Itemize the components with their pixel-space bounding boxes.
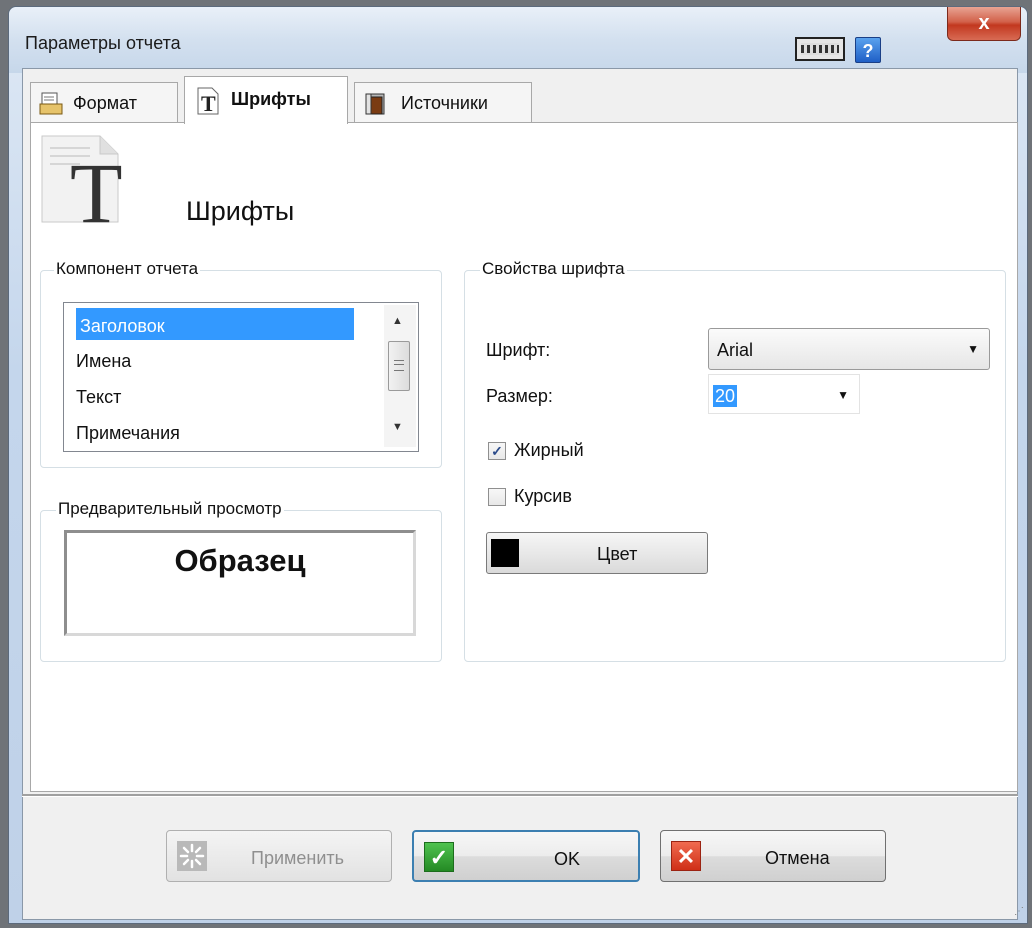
italic-label: Курсив: [514, 486, 572, 506]
font-combobox[interactable]: Arial ▼: [708, 328, 990, 370]
font-label: Шрифт:: [486, 340, 551, 360]
cancel-button[interactable]: ✕ Отмена: [660, 830, 886, 882]
preview-legend: Предварительный просмотр: [56, 499, 284, 519]
svg-text:T: T: [201, 91, 216, 115]
tab-format-label: Формат: [73, 93, 137, 113]
tab-sources-label: Источники: [401, 93, 488, 113]
tab-format[interactable]: Формат: [30, 82, 178, 122]
color-swatch: [491, 539, 519, 567]
listbox-scrollbar[interactable]: ▲ ▼: [384, 305, 416, 447]
page-title: Шрифты: [186, 196, 295, 226]
size-value[interactable]: 20: [713, 385, 738, 407]
ok-button[interactable]: ✓ OK: [412, 830, 640, 882]
tab-sources[interactable]: Источники: [354, 82, 532, 122]
apply-button[interactable]: Применить: [166, 830, 392, 882]
list-item-primechaniya[interactable]: Примечания: [76, 423, 180, 444]
size-label: Размер:: [486, 386, 553, 406]
color-button-label: Цвет: [597, 544, 638, 564]
scroll-up-arrow-icon[interactable]: ▲: [392, 315, 403, 327]
close-button[interactable]: x: [947, 7, 1021, 41]
apply-spinner-icon: [177, 841, 207, 871]
apply-button-label: Применить: [251, 848, 345, 868]
format-page-icon: [39, 92, 63, 115]
tab-fonts-label: Шрифты: [231, 89, 311, 109]
cancel-button-label: Отмена: [765, 848, 830, 868]
chevron-down-icon[interactable]: ▼: [837, 388, 849, 402]
italic-checkbox[interactable]: [488, 488, 506, 506]
size-combobox[interactable]: 20 ▼: [708, 374, 860, 414]
bold-label: Жирный: [514, 440, 584, 460]
scroll-thumb[interactable]: [388, 341, 410, 391]
list-item-imena[interactable]: Имена: [76, 351, 131, 372]
font-properties-legend: Свойства шрифта: [480, 259, 627, 279]
preview-sample-text: Образец: [174, 543, 306, 578]
close-x-icon: ✕: [671, 841, 701, 871]
title-bar[interactable]: Параметры отчета ? x: [9, 7, 1027, 73]
resize-grip-icon[interactable]: ⋰: [1014, 906, 1024, 917]
tab-fonts[interactable]: T Шрифты: [184, 76, 348, 124]
window-title: Параметры отчета: [25, 33, 181, 53]
font-document-T-icon: T: [41, 135, 123, 226]
scroll-down-arrow-icon[interactable]: ▼: [392, 421, 403, 433]
keyboard-icon[interactable]: [795, 37, 845, 61]
help-icon[interactable]: ?: [855, 37, 881, 63]
list-item-zagolovok[interactable]: Заголовок: [76, 308, 354, 340]
list-item-tekst[interactable]: Текст: [76, 387, 121, 408]
color-button[interactable]: Цвет: [486, 532, 708, 574]
font-t-icon: T: [197, 87, 219, 115]
svg-text:T: T: [70, 145, 123, 226]
preview-box: Образец: [64, 530, 416, 636]
font-value: Arial: [717, 340, 754, 360]
report-component-legend: Компонент отчета: [54, 259, 201, 279]
report-component-listbox[interactable]: Заголовок Имена Текст Примечания ▲ ▼: [63, 302, 419, 452]
sources-book-icon: [365, 93, 385, 115]
ok-button-label: OK: [554, 849, 581, 869]
checkmark-icon: ✓: [424, 842, 454, 872]
bold-checkbox[interactable]: ✓: [488, 442, 506, 460]
chevron-down-icon[interactable]: ▼: [967, 342, 979, 356]
